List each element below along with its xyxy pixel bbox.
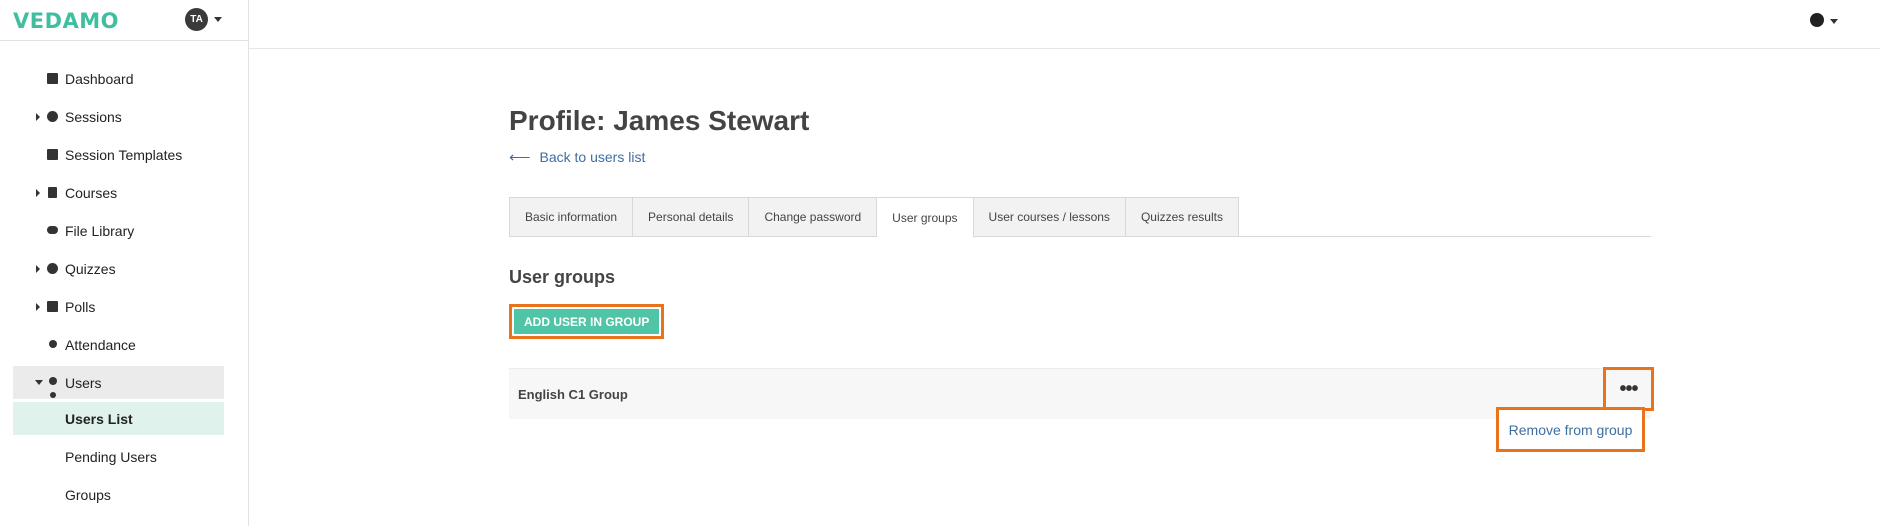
sidebar-item-sessions[interactable]: Sessions (13, 98, 224, 136)
logo[interactable]: VEDAMO (13, 9, 119, 33)
app: VEDAMO TA Dashboard Sessions Session Tem… (0, 0, 1880, 531)
globe-icon[interactable] (1810, 13, 1824, 27)
sidebar-item-label: Sessions (65, 109, 122, 125)
sidebar-item-dashboard[interactable]: Dashboard (13, 60, 224, 98)
caret-down-icon[interactable] (35, 380, 43, 385)
poll-icon (46, 301, 59, 314)
sidebar-item-groups[interactable]: Groups (13, 476, 224, 514)
group-name: English C1 Group (518, 386, 628, 402)
tab-user-groups[interactable]: User groups (877, 197, 974, 238)
sidebar-item-users[interactable]: Users (13, 366, 224, 399)
caret-right-icon[interactable] (36, 113, 40, 121)
tab-basic-information[interactable]: Basic information (509, 197, 634, 237)
chevron-down-icon[interactable] (214, 17, 222, 22)
sidebar-header: VEDAMO TA (0, 0, 249, 41)
sidebar-item-label: Polls (65, 299, 96, 315)
sidebar-item-label: Pending Users (65, 449, 157, 465)
chevron-down-icon[interactable] (1830, 19, 1838, 24)
avatar[interactable]: TA (185, 8, 208, 31)
sidebar-item-courses[interactable]: Courses (13, 174, 224, 212)
sidebar: VEDAMO TA Dashboard Sessions Session Tem… (0, 0, 249, 526)
dashboard-icon (46, 73, 59, 86)
section-title: User groups (509, 267, 616, 287)
caret-right-icon[interactable] (36, 265, 40, 273)
sidebar-item-attendance[interactable]: Attendance (13, 326, 224, 364)
table-row: English C1 Group ••• (509, 367, 1654, 419)
sidebar-item-label: Courses (65, 185, 118, 201)
tab-change-password[interactable]: Change password (749, 197, 878, 237)
book-icon (46, 187, 59, 200)
top-bar (249, 0, 1880, 49)
sidebar-item-label: Users (65, 374, 102, 391)
add-button-highlight: ADD USER IN GROUP (509, 304, 665, 339)
caret-right-icon[interactable] (36, 303, 40, 311)
back-link[interactable]: ⟵ Back to users list (509, 148, 645, 166)
profile-tabs: Basic information Personal details Chang… (509, 197, 1651, 238)
sidebar-item-polls[interactable]: Polls (13, 288, 224, 326)
sidebar-item-file-library[interactable]: File Library (13, 212, 224, 250)
back-link-label: Back to users list (539, 149, 646, 165)
users-icon (46, 376, 59, 398)
sidebar-item-quizzes[interactable]: Quizzes (13, 250, 224, 288)
sidebar-item-label: File Library (65, 223, 135, 239)
row-menu-button[interactable]: ••• (1603, 367, 1654, 411)
sidebar-item-label: Quizzes (65, 261, 116, 277)
more-options-icon: ••• (1619, 378, 1638, 400)
tab-user-courses-lessons[interactable]: User courses / lessons (973, 197, 1126, 237)
question-icon (46, 263, 59, 276)
template-icon (46, 149, 59, 162)
caret-right-icon[interactable] (36, 189, 40, 197)
page-title: Profile: James Stewart (509, 105, 810, 136)
sidebar-item-label: Users List (65, 410, 133, 427)
sidebar-item-label: Dashboard (65, 71, 134, 87)
sidebar-item-label: Session Templates (65, 147, 183, 163)
sidebar-item-label: Groups (65, 487, 111, 503)
play-icon (46, 111, 59, 124)
user-clock-icon (46, 339, 59, 352)
cloud-upload-icon (46, 225, 59, 238)
sidebar-item-pending-users[interactable]: Pending Users (13, 438, 224, 476)
sidebar-item-users-list[interactable]: Users List (13, 402, 224, 435)
remove-from-group-link[interactable]: Remove from group (1509, 422, 1633, 438)
sidebar-nav: Dashboard Sessions Session Templates Cou… (13, 60, 224, 514)
sidebar-item-label: Attendance (65, 337, 136, 353)
arrow-left-icon: ⟵ (509, 149, 531, 166)
add-user-in-group-button[interactable]: ADD USER IN GROUP (514, 309, 660, 334)
tab-quizzes-results[interactable]: Quizzes results (1125, 197, 1239, 237)
row-menu-dropdown: Remove from group (1496, 407, 1645, 452)
tab-personal-details[interactable]: Personal details (633, 197, 750, 237)
sidebar-item-session-templates[interactable]: Session Templates (13, 136, 224, 174)
